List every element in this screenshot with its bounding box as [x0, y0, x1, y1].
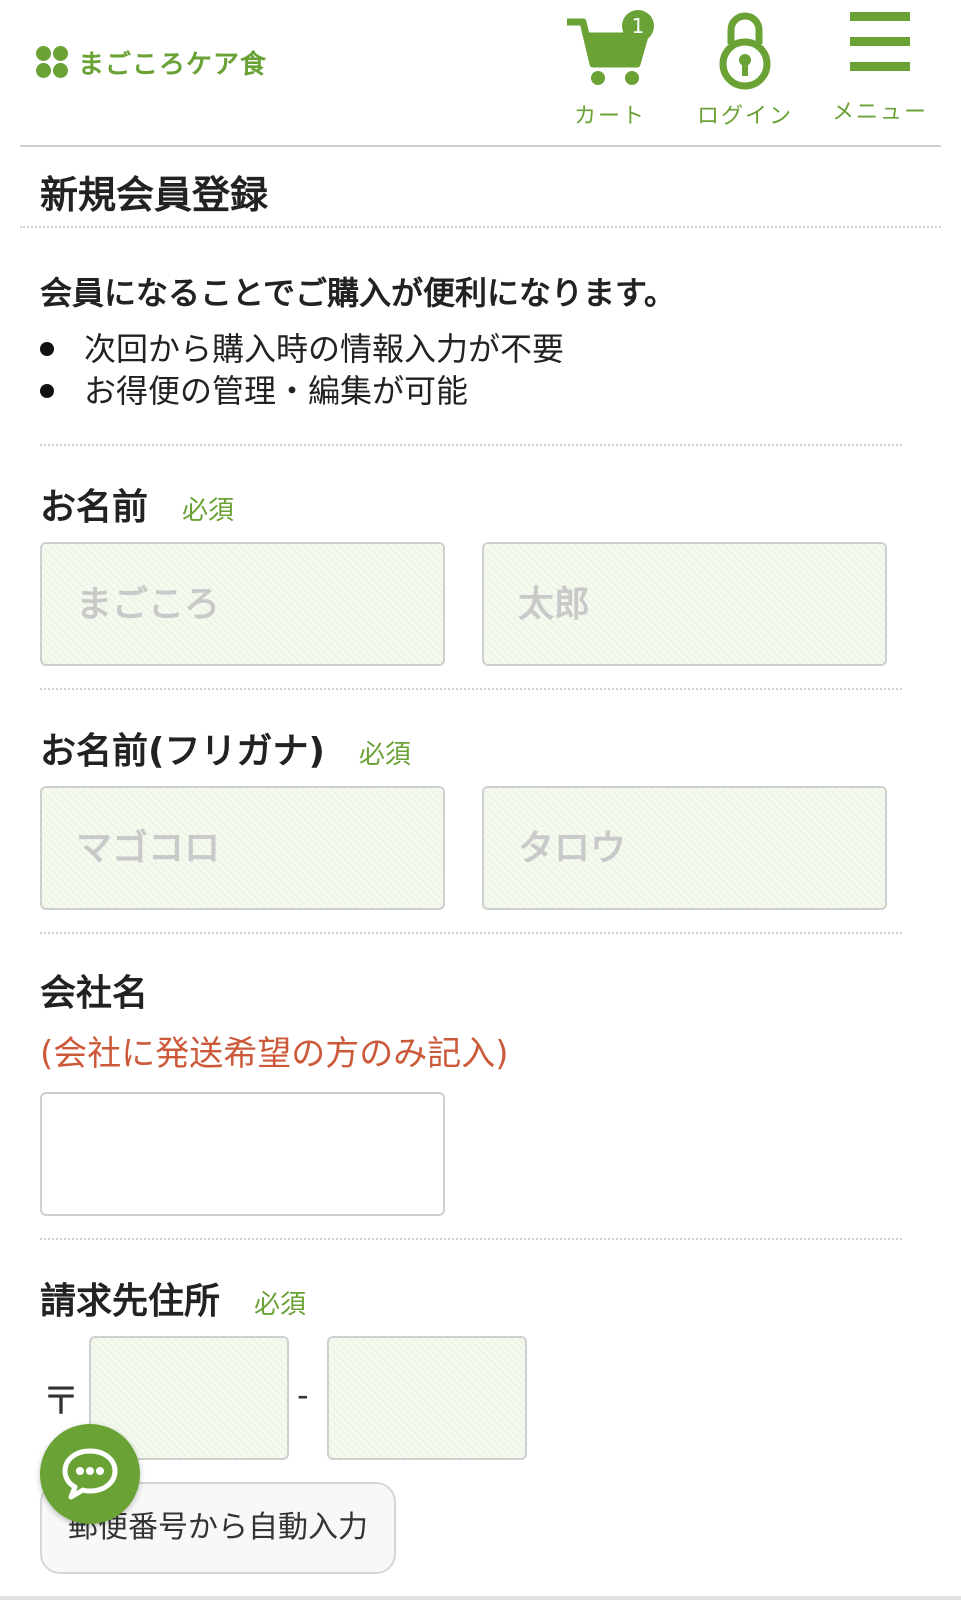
bullet-icon: [40, 384, 54, 398]
site-logo[interactable]: まごころケア食: [36, 44, 267, 81]
lock-icon: [719, 12, 771, 90]
intro-lead: 会員になることでご購入が便利になります。: [40, 274, 676, 312]
benefit-text: 次回から購入時の情報入力が不要: [84, 330, 565, 368]
menu-label: メニュー: [831, 100, 928, 125]
first-name-kana-input[interactable]: [482, 786, 887, 910]
page-title: 新規会員登録: [40, 173, 269, 217]
postal-code-second-input[interactable]: [327, 1336, 527, 1460]
kana-label-text: お名前(フリガナ): [40, 731, 325, 772]
postal-mark: 〒: [42, 1379, 81, 1423]
company-label: 会社名: [40, 964, 148, 1016]
cart-label: カート: [573, 104, 646, 129]
chat-button[interactable]: [40, 1424, 140, 1524]
section-divider: [40, 688, 902, 690]
company-note: (会社に発送希望の方のみ記入): [40, 1034, 509, 1074]
company-name-input[interactable]: [40, 1092, 445, 1216]
bullet-icon: [40, 342, 54, 356]
login-label: ログイン: [696, 104, 793, 129]
list-item: 次回から購入時の情報入力が不要: [40, 328, 564, 370]
hamburger-menu-icon: [850, 12, 910, 71]
benefit-list: 次回から購入時の情報入力が不要 お得便の管理・編集が可能: [40, 328, 564, 412]
cart-button[interactable]: 1 カート: [560, 10, 660, 130]
login-button[interactable]: ログイン: [690, 10, 800, 130]
title-divider: [20, 226, 941, 228]
last-name-input[interactable]: [40, 542, 445, 666]
section-divider: [40, 1238, 902, 1240]
kana-label: お名前(フリガナ) 必須: [40, 722, 411, 774]
postal-dash: -: [297, 1376, 309, 1414]
name-label-text: お名前: [40, 487, 149, 528]
required-badge: 必須: [358, 740, 411, 770]
header-divider: [20, 145, 941, 147]
required-badge: 必須: [254, 1290, 307, 1320]
section-divider: [40, 444, 902, 446]
company-label-text: 会社名: [40, 973, 149, 1014]
clover-icon: [36, 45, 70, 80]
menu-button[interactable]: メニュー: [830, 10, 930, 126]
logo-text: まごころケア食: [78, 50, 268, 80]
billing-address-label: 請求先住所 必須: [40, 1272, 306, 1324]
registration-page: まごころケア食 1 カート ログイン メニュー 新規会員登録 会員になることでご…: [0, 0, 961, 1600]
benefit-text: お得便の管理・編集が可能: [84, 372, 469, 410]
list-item: お得便の管理・編集が可能: [40, 370, 564, 412]
billing-address-label-text: 請求先住所: [40, 1281, 221, 1322]
first-name-input[interactable]: [482, 542, 887, 666]
section-divider: [40, 932, 902, 934]
last-name-kana-input[interactable]: [40, 786, 445, 910]
site-header: まごころケア食 1 カート ログイン メニュー: [0, 0, 961, 146]
required-badge: 必須: [182, 496, 235, 526]
name-label: お名前 必須: [40, 478, 234, 530]
cart-count-badge: 1: [622, 10, 654, 42]
bottom-edge: [0, 1596, 961, 1600]
chat-bubble-icon: [62, 1448, 118, 1500]
